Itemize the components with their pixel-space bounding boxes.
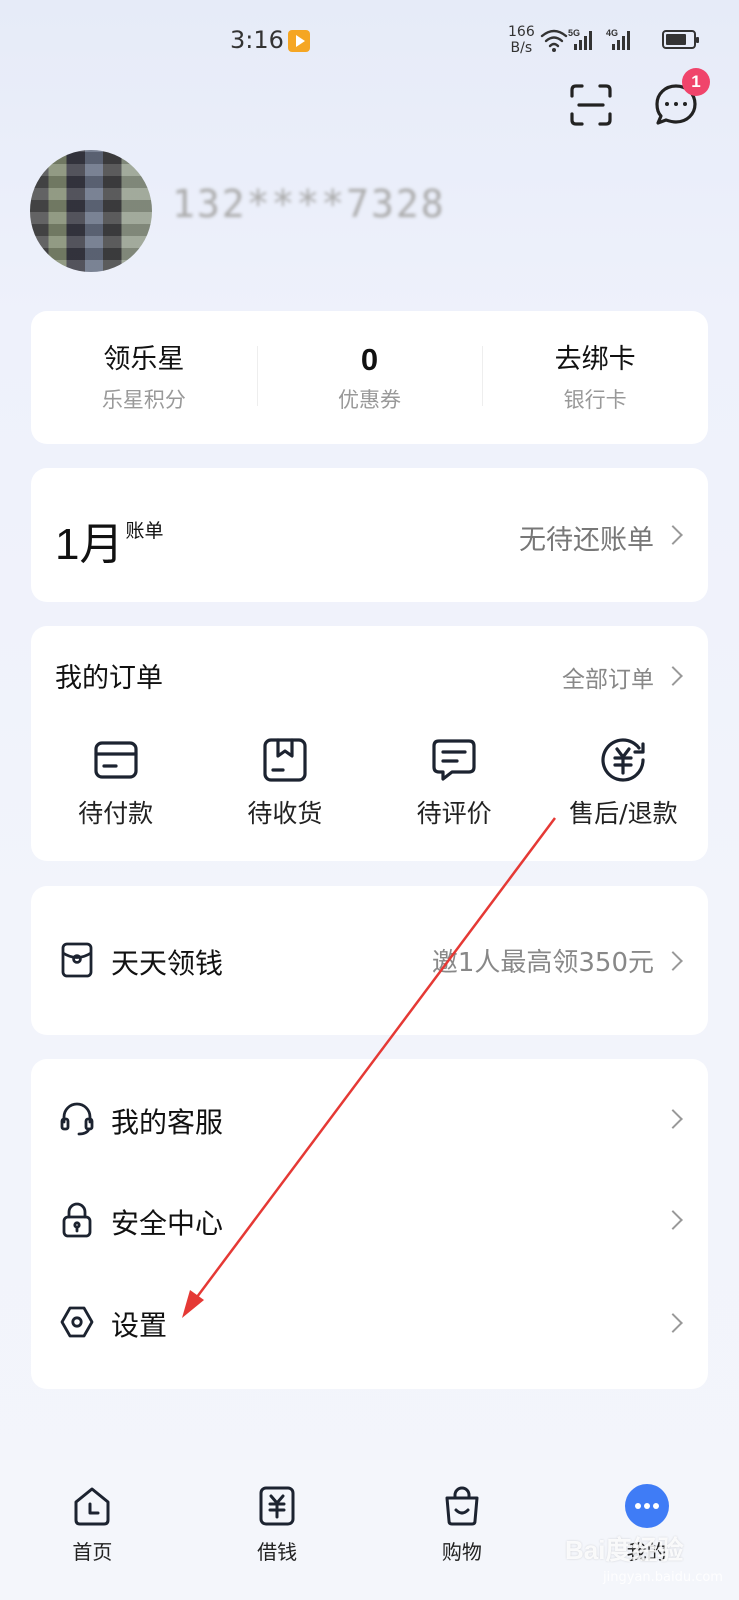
watermark-logo: Bai度经验 [565,1535,684,1565]
scan-icon[interactable] [568,82,614,128]
menu-item-security-center[interactable]: 安全中心 [31,1169,708,1269]
order-pending-review[interactable]: 待评价 [370,736,539,830]
shopping-bag-icon [445,1486,479,1526]
lock-icon [62,1202,92,1238]
refund-yuan-icon [601,738,645,782]
red-envelope-icon [61,942,93,978]
status-time: 3:16 [230,26,284,54]
stat-label: 银行卡 [563,387,627,412]
earn-money-label: 天天领钱 [111,947,224,980]
username[interactable]: 132****7328 [172,182,446,226]
watermark-url: jingyan.baidu.com [603,1570,723,1585]
wifi-icon [540,29,568,48]
tab-home[interactable]: 首页 [0,1460,185,1600]
order-label: 售后/退款 [569,799,678,828]
tab-shopping[interactable]: 购物 [370,1460,555,1600]
orders-title: 我的订单 [55,663,163,694]
bill-suffix: 账单 [125,521,164,542]
all-orders-link[interactable]: 全部订单 [562,660,654,694]
chevron-right-icon [663,1210,683,1230]
signal-icons: 5G 4G [540,28,630,52]
menu-card: 我的客服 安全中心 设置 [31,1059,708,1389]
network-speed: 166 B/s [508,24,535,56]
order-pending-receipt[interactable]: 待收货 [200,736,369,830]
tab-label: 首页 [72,1540,113,1564]
battery-icon [662,30,699,49]
status-bar: 3:16 166 B/s 5G 4G [0,0,739,80]
loan-yuan-icon [259,1486,295,1526]
order-label: 待付款 [78,799,154,828]
order-after-sales[interactable]: 售后/退款 [539,736,708,830]
stat-value: 0 [360,341,379,377]
chevron-right-icon [663,951,683,971]
home-clock-icon [74,1487,110,1526]
settings-hexagon-icon [60,1306,94,1338]
menu-item-settings[interactable]: 设置 [31,1269,708,1379]
message-badge: 1 [682,68,710,96]
video-app-notification-icon [288,30,310,52]
stat-label: 乐星积分 [101,387,186,412]
chevron-right-icon [663,525,683,545]
wallet-card-icon [94,741,138,779]
avatar[interactable] [30,150,152,272]
menu-item-customer-service[interactable]: 我的客服 [31,1059,708,1169]
menu-item-label: 安全中心 [111,1207,224,1240]
stat-coupons[interactable]: 0 优惠券 [256,341,483,414]
profile-dots-icon [624,1484,669,1528]
comment-icon [432,739,476,781]
tab-loan[interactable]: 借钱 [185,1460,370,1600]
svg-text:4G: 4G [606,28,618,38]
stat-value: 去绑卡 [554,343,636,375]
menu-item-label: 我的客服 [111,1106,224,1139]
stat-label: 优惠券 [338,387,401,412]
order-label: 待收货 [247,799,323,828]
tab-label: 购物 [441,1540,482,1564]
order-label: 待评价 [416,799,492,828]
bill-card[interactable]: 1月 账单 无待还账单 [31,468,708,602]
stat-value: 领乐星 [103,343,185,375]
package-box-icon [263,738,307,782]
chevron-right-icon [663,1109,683,1129]
stats-card: 领乐星 乐星积分 0 优惠券 去绑卡 银行卡 [31,311,708,444]
svg-text:5G: 5G [568,28,580,38]
menu-item-label: 设置 [111,1309,168,1342]
bill-month: 1月 账单 [55,520,164,569]
chevron-right-icon [663,1313,683,1333]
earn-money-card[interactable]: 天天领钱 邀1人最高领350元 [31,886,708,1035]
stat-bank-card[interactable]: 去绑卡 银行卡 [482,342,708,414]
order-pending-payment[interactable]: 待付款 [31,736,200,830]
bill-status: 无待还账单 [519,525,654,556]
headset-icon [60,1102,94,1136]
tab-label: 借钱 [257,1540,298,1564]
earn-money-promo: 邀1人最高领350元 [431,948,654,978]
chevron-right-icon [663,666,683,686]
orders-card: 我的订单 全部订单 待付款 待收货 待评价 售后/退款 [31,626,708,861]
stat-points[interactable]: 领乐星 乐星积分 [31,342,257,414]
